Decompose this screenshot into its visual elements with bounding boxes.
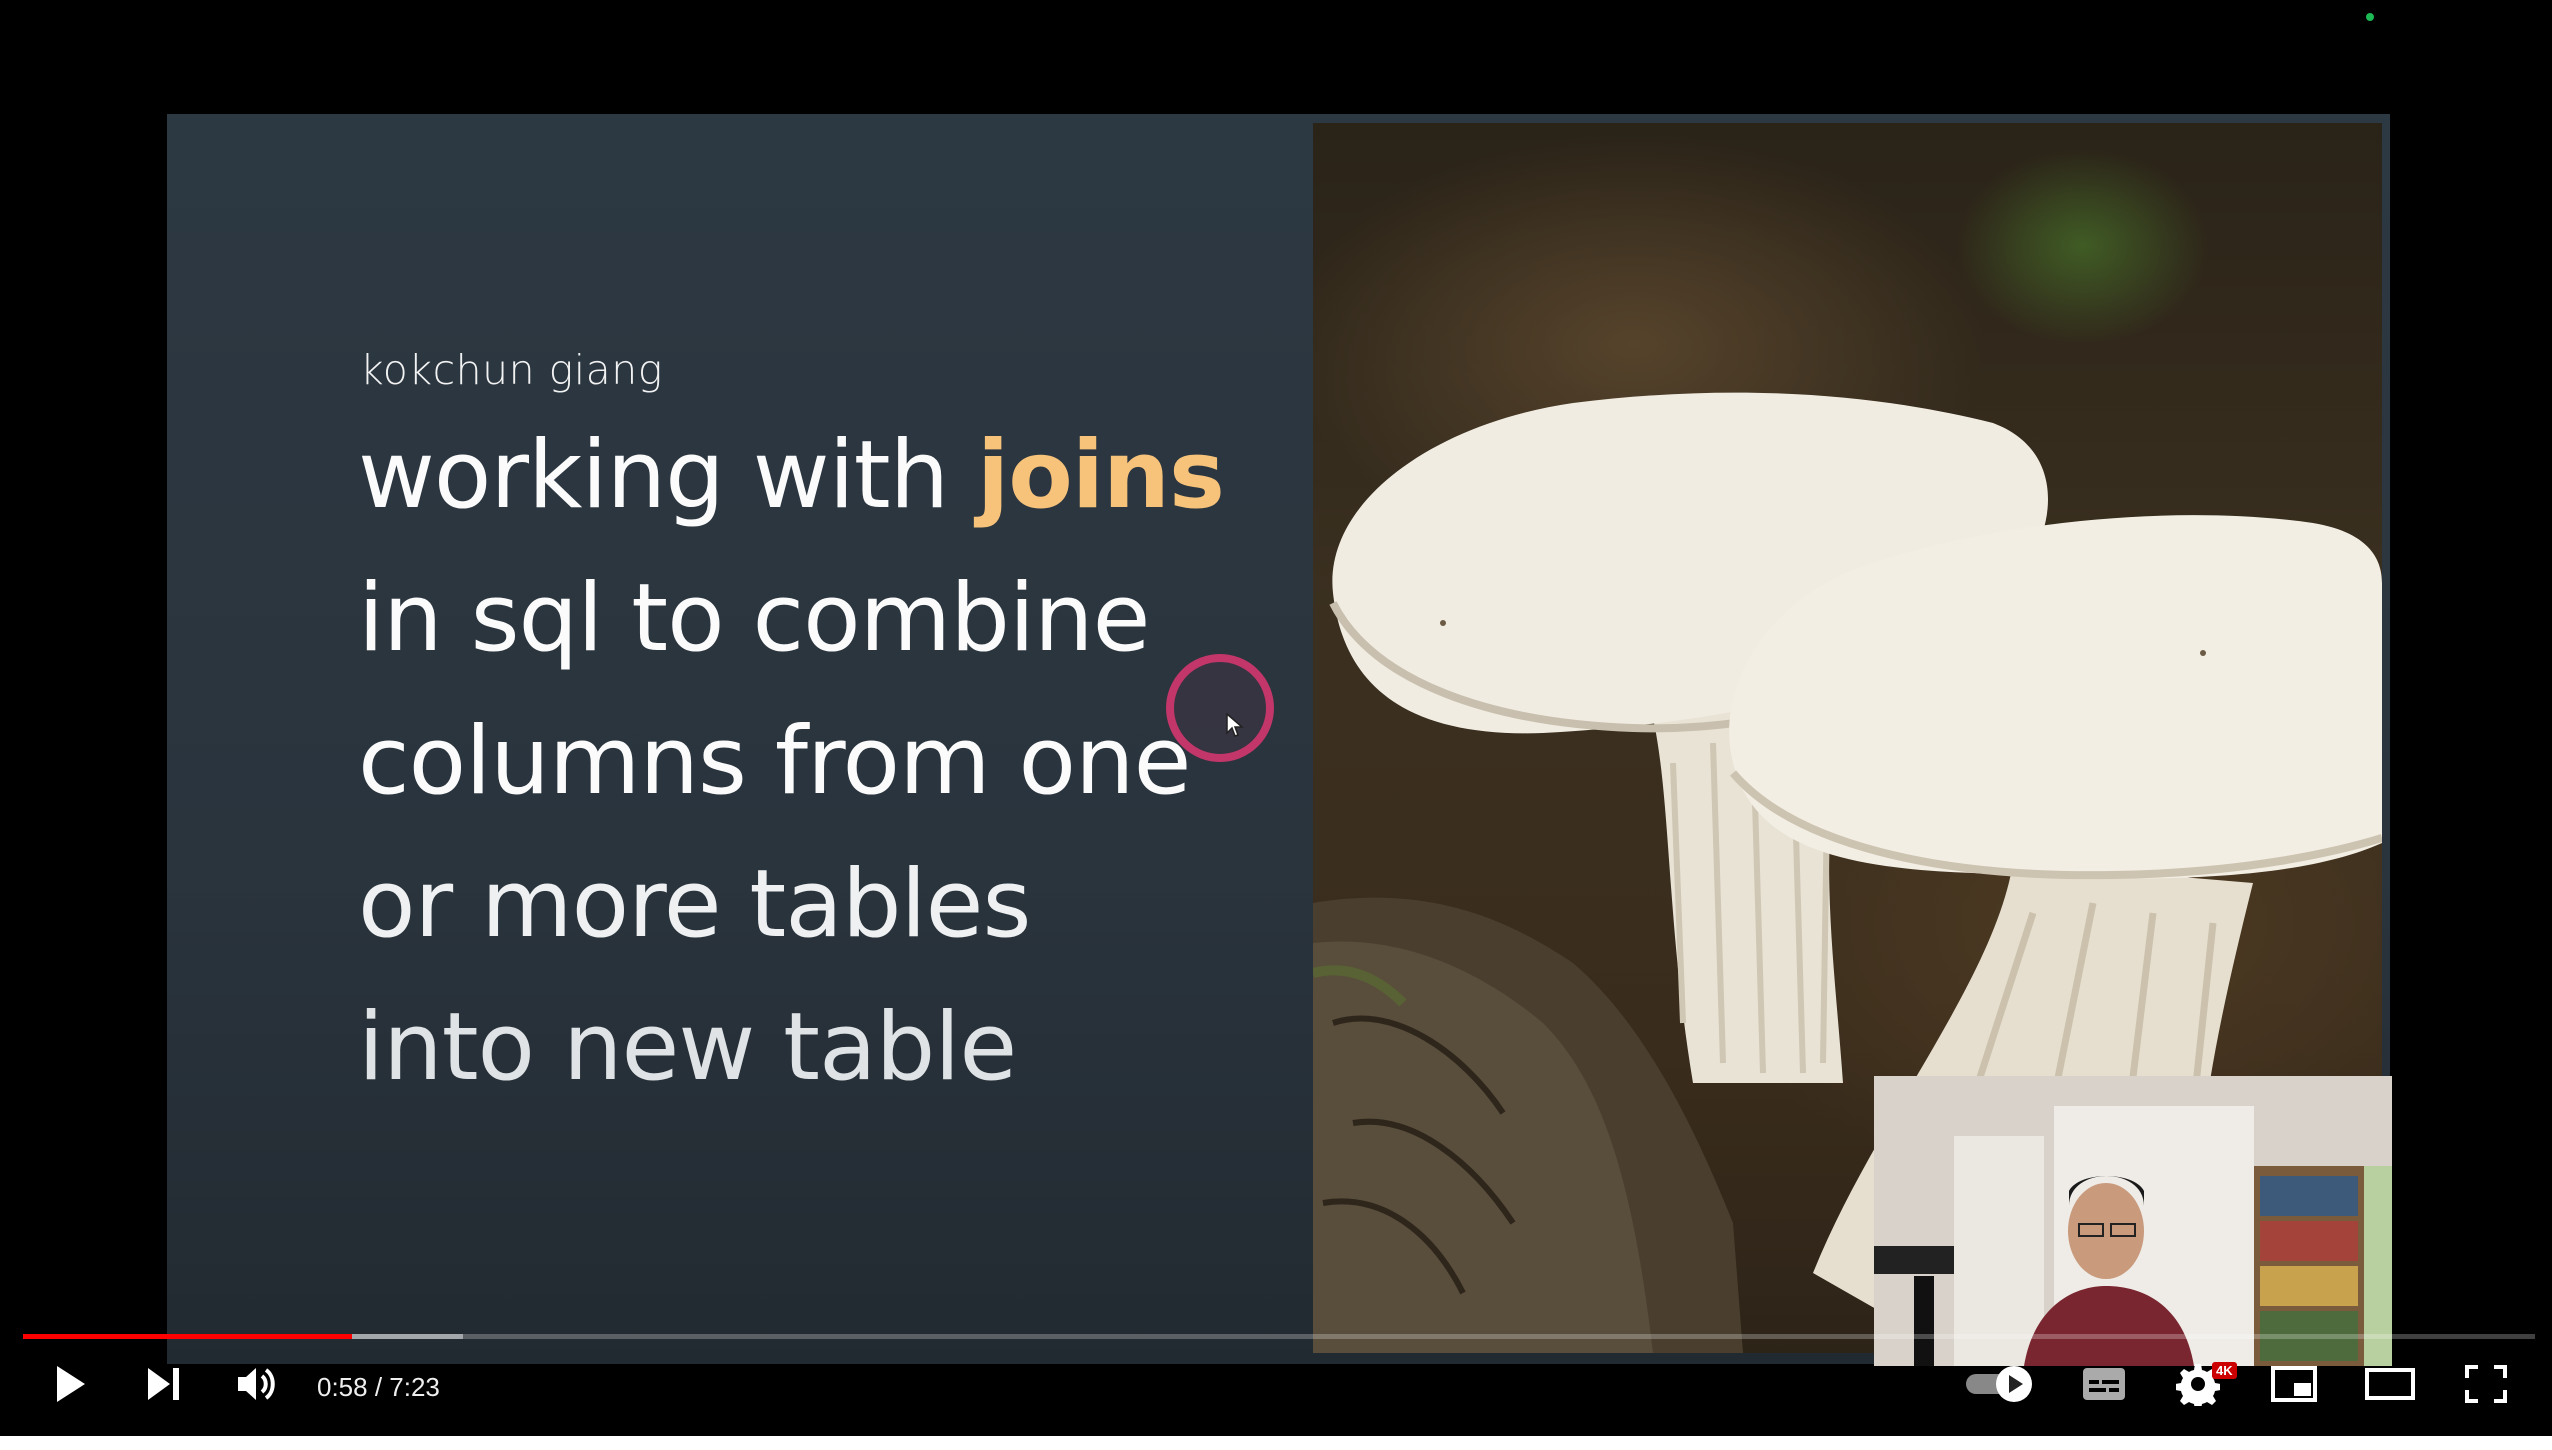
time-display: 0:58 / 7:23: [317, 1372, 440, 1403]
next-icon: [148, 1368, 179, 1400]
miniplayer-icon: [2271, 1366, 2317, 1402]
fullscreen-icon: [2465, 1365, 2507, 1403]
slide-text-panel: kokchun giang working with joins in sql …: [167, 114, 1313, 1364]
progress-bar[interactable]: [23, 1334, 2535, 1339]
play-button[interactable]: [44, 1358, 96, 1410]
volume-icon: [238, 1368, 275, 1400]
theater-icon: [2365, 1368, 2415, 1400]
recording-indicator: [2366, 13, 2374, 21]
miniplayer-button[interactable]: [2266, 1358, 2322, 1410]
autoplay-toggle[interactable]: [1964, 1358, 2036, 1410]
title-line-2: in sql to combine: [358, 564, 1150, 673]
title-line-4: or more tables: [358, 850, 1031, 959]
duration: 7:23: [389, 1372, 440, 1402]
slide-title: working with joins in sql to combine col…: [358, 404, 1318, 1119]
cursor-highlight: [1166, 654, 1274, 762]
title-accent-word: joins: [977, 421, 1225, 530]
volume-button[interactable]: [230, 1358, 286, 1410]
next-button[interactable]: [138, 1358, 190, 1410]
title-line-1-text: working with: [358, 421, 978, 530]
current-time: 0:58: [317, 1372, 368, 1402]
cursor-arrow-icon: [1226, 713, 1244, 737]
window-bottom-edge: [0, 1436, 2552, 1450]
quality-badge: 4K: [2212, 1362, 2237, 1379]
title-line-1: working with joins: [358, 404, 1318, 547]
fullscreen-button[interactable]: [2458, 1358, 2514, 1410]
time-separator: /: [367, 1372, 390, 1402]
theater-mode-button[interactable]: [2360, 1358, 2420, 1410]
slide-author: kokchun giang: [360, 346, 663, 394]
title-line-5: into new table: [358, 993, 1017, 1102]
play-icon: [57, 1366, 85, 1402]
webcam-overlay: [1874, 1076, 2392, 1366]
video-player[interactable]: kokchun giang working with joins in sql …: [0, 0, 2552, 1436]
subtitles-icon: [2083, 1368, 2125, 1400]
autoplay-toggle-icon: [1966, 1366, 2032, 1402]
subtitles-button[interactable]: [2076, 1358, 2132, 1410]
played-bar: [23, 1334, 353, 1339]
